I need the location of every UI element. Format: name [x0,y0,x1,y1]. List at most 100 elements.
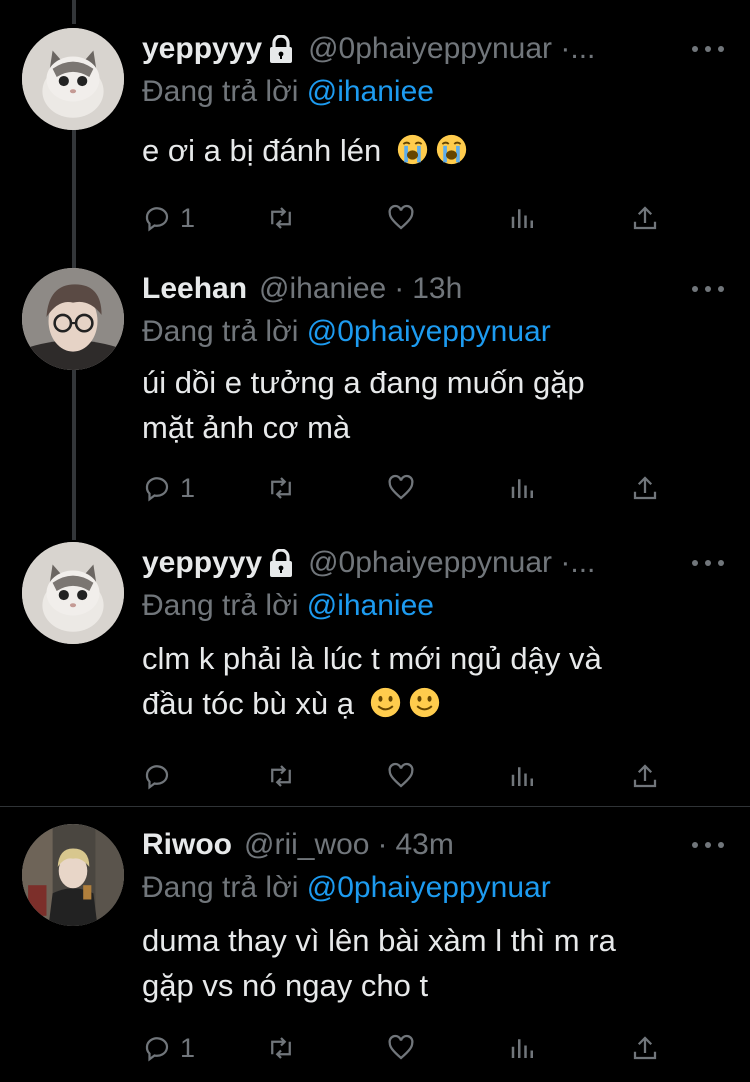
reply-button[interactable]: 1 [142,198,195,238]
retweet-button[interactable] [266,756,296,796]
tweet-text-line: e ơi a bị đánh lén [142,133,382,168]
slightly-smiling-face-emoji [409,687,439,718]
share-button[interactable] [630,468,660,508]
tweet-text: duma thay vì lên bài xàm l thì m ra gặp … [142,918,702,1008]
person-street-avatar [22,824,124,926]
mention-link[interactable]: @ihaniee [307,75,434,108]
tweet[interactable]: yeppyyy @0phaiyeppynuar ·... Đang trả lờ… [0,542,750,802]
analytics-button[interactable] [508,1028,538,1068]
user-handle[interactable]: @rii_woo [244,824,370,866]
share-icon [633,206,657,230]
reply-context: Đang trả lời @ihaniee [142,72,434,112]
divider [0,806,750,807]
tweet[interactable]: yeppyyy @0phaiyeppynuar ·... Đang trả lờ… [0,28,750,250]
share-icon [633,764,657,788]
reply-prefix: Đang trả lời [142,75,299,108]
reply-count: 1 [180,202,196,233]
tweet-text-line: clm k phải là lúc t mới ngủ dậy và [142,641,602,676]
share-button[interactable] [630,198,660,238]
user-handle[interactable]: @ihaniee [259,268,386,310]
reply-prefix: Đang trả lời [142,315,299,348]
like-button[interactable] [386,756,416,796]
reply-context: Đang trả lời @ihaniee [142,586,434,626]
retweet-icon [271,207,291,229]
thread-line [72,0,76,24]
user-handle[interactable]: @0phaiyeppynuar ·... [308,542,595,584]
like-button[interactable] [386,198,416,238]
tweet[interactable]: Riwoo @rii_woo · 43m Đang trả lời @0phai… [0,824,750,1074]
display-name[interactable]: yeppyyy [142,28,262,70]
tweet-text: clm k phải là lúc t mới ngủ dậy và đầu t… [142,636,702,726]
kitten-avatar [22,542,124,644]
heart-icon [388,474,414,500]
reply-button[interactable] [142,756,180,796]
reply-count: 1 [180,472,196,503]
analytics-icon [511,479,533,498]
reply-context: Đang trả lời @0phaiyeppynuar [142,312,551,352]
reply-icon [145,207,169,232]
user-handle[interactable]: @0phaiyeppynuar ·... [308,28,595,70]
tweet-text: úi dồi e tưởng a đang muốn gặp mặt ảnh c… [142,360,702,450]
loudly-crying-face-emoji [436,134,467,165]
analytics-icon [511,209,533,228]
loudly-crying-face-emoji [397,134,428,165]
tweet-text-line: mặt ảnh cơ mà [142,410,351,445]
heart-icon [388,204,414,230]
more-options-icon[interactable] [692,548,724,578]
separator-dot: · [394,272,405,305]
reply-count: 1 [180,1032,196,1063]
tweet-text-line: đầu tóc bù xù ạ [142,686,354,721]
analytics-button[interactable] [508,468,538,508]
share-icon [633,476,657,500]
retweet-icon [271,477,291,499]
avatar[interactable] [22,268,124,370]
reply-button[interactable]: 1 [142,1028,195,1068]
reply-context: Đang trả lời @0phaiyeppynuar [142,868,551,908]
lock-icon [270,549,293,577]
mention-link[interactable]: @0phaiyeppynuar [307,871,551,904]
slightly-smiling-face-emoji [370,687,400,718]
like-button[interactable] [386,1028,416,1068]
display-name[interactable]: yeppyyy [142,542,262,584]
reply-prefix: Đang trả lời [142,871,299,904]
tweet-text: e ơi a bị đánh lén [142,128,702,173]
retweet-button[interactable] [266,1028,296,1068]
tweet-text-line: gặp vs nó ngay cho t [142,968,429,1003]
reply-icon [145,1037,169,1062]
reply-prefix: Đang trả lời [142,589,299,622]
timestamp[interactable]: 43m [396,824,454,866]
share-button[interactable] [630,1028,660,1068]
more-options-icon[interactable] [692,830,724,860]
more-options-icon[interactable] [692,274,724,304]
avatar[interactable] [22,542,124,644]
mention-link[interactable]: @ihaniee [307,589,434,622]
retweet-icon [271,765,291,787]
tweet[interactable]: Leehan @ihaniee · 13h Đang trả lời @0pha… [0,268,750,528]
retweet-button[interactable] [266,468,296,508]
person-glasses-avatar [22,268,124,370]
tweet-text-line: úi dồi e tưởng a đang muốn gặp [142,365,585,400]
lock-icon [270,35,293,63]
retweet-icon [271,1037,291,1059]
analytics-icon [511,767,533,786]
retweet-button[interactable] [266,198,296,238]
analytics-button[interactable] [508,198,538,238]
more-options-icon[interactable] [692,34,724,64]
mention-link[interactable]: @0phaiyeppynuar [307,315,551,348]
tweet-text-line: duma thay vì lên bài xàm l thì m ra [142,923,616,958]
share-button[interactable] [630,756,660,796]
kitten-avatar [22,28,124,130]
separator-dot: · [377,828,388,861]
heart-icon [388,1034,414,1060]
analytics-button[interactable] [508,756,538,796]
like-button[interactable] [386,468,416,508]
reply-button[interactable]: 1 [142,468,195,508]
avatar[interactable] [22,28,124,130]
display-name[interactable]: Leehan [142,268,247,310]
timestamp[interactable]: 13h [412,268,462,310]
display-name[interactable]: Riwoo [142,824,232,866]
reply-icon [145,477,169,502]
reply-icon [145,765,169,790]
share-icon [633,1036,657,1060]
avatar[interactable] [22,824,124,926]
